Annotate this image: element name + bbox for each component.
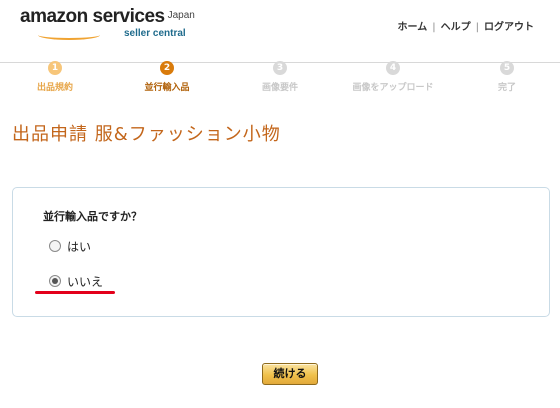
option-no-label: いいえ (67, 275, 104, 289)
step-4: 4 画像をアップロード (338, 55, 448, 93)
amazon-services-logo[interactable]: amazon services Japan seller central (20, 6, 195, 40)
step-number: 2 (160, 61, 174, 75)
step-5: 5 完了 (452, 55, 560, 93)
logo-region: Japan (167, 10, 195, 21)
separator: | (432, 22, 436, 33)
step-label: 画像をアップロード (352, 83, 434, 93)
radio-no[interactable] (49, 275, 61, 287)
continue-button[interactable]: 続ける (262, 363, 318, 385)
step-label: 完了 (497, 83, 516, 93)
top-nav: ホーム | ヘルプ | ログアウト (398, 18, 534, 33)
parallel-import-form: 並行輸入品ですか？ はい いいえ (12, 187, 550, 317)
step-3: 3 画像要件 (225, 55, 335, 93)
help-link[interactable]: ヘルプ (441, 22, 471, 33)
separator: | (475, 22, 479, 33)
step-number: 3 (273, 61, 287, 75)
question-label: 並行輸入品ですか？ (43, 210, 142, 223)
progress-steps: 1 出品規約 2 並行輸入品 3 画像要件 4 画像をアップロード 5 完了 (0, 52, 560, 96)
home-link[interactable]: ホーム (398, 22, 428, 33)
option-yes[interactable]: はい (49, 238, 91, 255)
logout-link[interactable]: ログアウト (484, 22, 534, 33)
radio-yes[interactable] (49, 240, 61, 252)
page-title: 出品申請 服&ファッション小物 (12, 124, 281, 145)
step-1: 1 出品規約 (0, 55, 110, 93)
logo-brand: amazon services (20, 6, 165, 27)
step-number: 1 (48, 61, 62, 75)
step-label: 画像要件 (261, 83, 298, 93)
option-no[interactable]: いいえ (49, 273, 103, 290)
header: amazon services Japan seller central ホーム |… (0, 0, 560, 48)
step-label: 出品規約 (36, 83, 73, 93)
logo-subtitle: seller central (124, 28, 186, 39)
option-yes-label: はい (67, 240, 92, 254)
step-number: 5 (500, 61, 514, 75)
step-2: 2 並行輸入品 (112, 55, 222, 93)
red-underline-annotation (35, 291, 115, 294)
amazon-smile-icon (38, 30, 100, 40)
step-number: 4 (386, 61, 400, 75)
step-label: 並行輸入品 (144, 83, 190, 93)
